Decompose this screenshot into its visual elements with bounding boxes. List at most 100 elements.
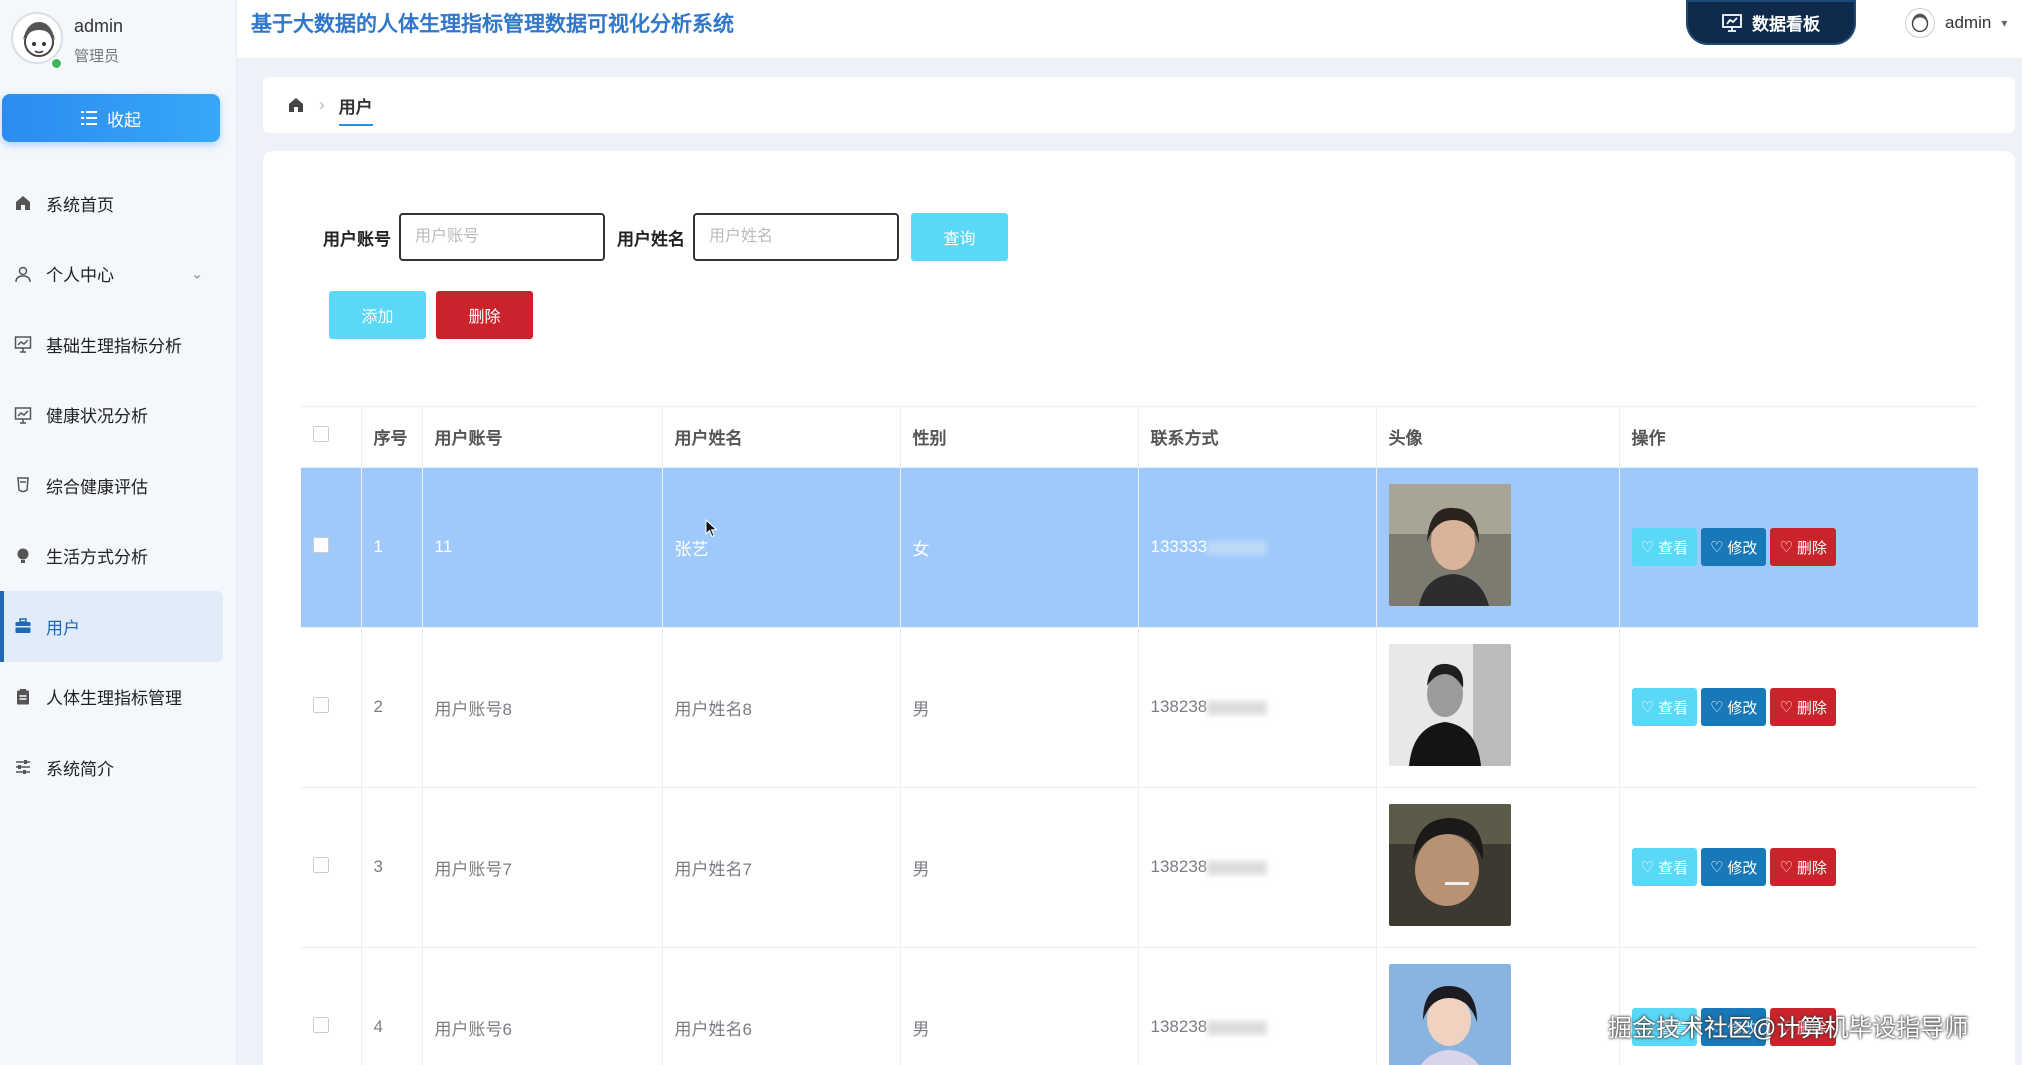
- delete-button[interactable]: ♡ 删除: [1770, 528, 1836, 566]
- column-header: 操作: [1619, 407, 1978, 468]
- table-row[interactable]: 3 用户账号7 用户姓名7 男 138238 ♡ 查看 ♡ 修改 ♡ 删除: [301, 787, 1978, 948]
- breadcrumb-separator: ›: [319, 95, 325, 114]
- delete-button[interactable]: ♡ 删除: [1770, 848, 1836, 886]
- edit-button[interactable]: ♡ 修改: [1700, 528, 1767, 566]
- sliders-icon: [16, 760, 30, 775]
- view-label: 查看: [1657, 859, 1688, 877]
- row-gender: 男: [900, 787, 1139, 948]
- sidebar: admin 管理员 收起 系统首页 个人中心 ⌄ 基础生理指标分析 健康状况分析…: [0, 0, 237, 1065]
- collapse-button[interactable]: 收起: [2, 94, 220, 142]
- heart-icon: ♡: [1709, 859, 1724, 876]
- sidebar-item-label: 生活方式分析: [46, 548, 148, 568]
- view-button[interactable]: ♡ 查看: [1631, 528, 1697, 566]
- caret-down-icon: ▾: [2001, 16, 2008, 30]
- row-checkbox[interactable]: [313, 1016, 329, 1033]
- heart-icon: ♡: [1779, 539, 1793, 556]
- row-index: 3: [361, 787, 423, 948]
- sidebar-item-lifestyle[interactable]: 生活方式分析: [0, 521, 237, 592]
- row-checkbox[interactable]: [313, 696, 329, 713]
- user-table: 序号 用户账号 用户姓名 性别 联系方式 头像 操作 1 11 张艺 女 133…: [301, 406, 1978, 1065]
- sidebar-item-basic-analysis[interactable]: 基础生理指标分析: [0, 309, 237, 380]
- home-icon[interactable]: [287, 96, 305, 114]
- sidebar-username: admin: [74, 16, 124, 36]
- search-form: 用户账号 用户姓名 查询: [323, 213, 1008, 261]
- row-phone: 138238: [1150, 697, 1208, 716]
- user-avatar-photo[interactable]: [1388, 803, 1511, 926]
- select-all-cell: [301, 407, 362, 468]
- chevron-down-icon: ⌄: [191, 265, 203, 282]
- sidebar-item-label: 人体生理指标管理: [46, 689, 182, 709]
- row-avatar-cell: [1376, 787, 1620, 948]
- chart-board-icon: [1722, 13, 1742, 32]
- row-checkbox[interactable]: [313, 536, 329, 553]
- heart-icon: ♡: [1640, 859, 1654, 876]
- sidebar-item-health-analysis[interactable]: 健康状况分析: [0, 380, 237, 451]
- view-label: 查看: [1657, 539, 1688, 557]
- phone-redaction: [1207, 1020, 1268, 1035]
- row-phone-cell: 133333: [1138, 467, 1377, 628]
- edit-label: 修改: [1727, 539, 1758, 557]
- row-account: 用户账号6: [422, 947, 663, 1065]
- account-search-input[interactable]: [399, 213, 605, 261]
- main-panel: 用户账号 用户姓名 查询 添加 删除 序号 用户账号 用户姓名 性别 联系方式 …: [263, 151, 2015, 1065]
- row-gender: 女: [900, 467, 1139, 628]
- sidebar-item-users[interactable]: 用户: [0, 591, 223, 662]
- sidebar-item-indicator-management[interactable]: 人体生理指标管理: [0, 662, 237, 733]
- sidebar-menu: 系统首页 个人中心 ⌄ 基础生理指标分析 健康状况分析 综合健康评估 生活方式分…: [0, 168, 237, 803]
- online-status-dot: [50, 57, 63, 70]
- table-row[interactable]: 4 用户账号6 用户姓名6 男 138238 ♡ 查看 ♡ 修改 ♡ 删除: [301, 947, 1978, 1065]
- data-board-label: 数据看板: [1752, 15, 1820, 34]
- query-button[interactable]: 查询: [911, 213, 1008, 261]
- add-button[interactable]: 添加: [329, 291, 426, 339]
- row-actions: ♡ 查看 ♡ 修改 ♡ 删除: [1619, 947, 1978, 1065]
- edit-button[interactable]: ♡ 修改: [1700, 688, 1767, 726]
- view-button[interactable]: ♡ 查看: [1631, 688, 1697, 726]
- sidebar-item-profile[interactable]: 个人中心 ⌄: [0, 239, 237, 310]
- sidebar-user-role: 管理员: [74, 48, 120, 65]
- sidebar-item-label: 系统简介: [46, 759, 114, 779]
- sidebar-item-evaluation[interactable]: 综合健康评估: [0, 450, 237, 521]
- user-avatar-photo[interactable]: [1388, 963, 1511, 1065]
- bulb-icon: [17, 548, 29, 563]
- delete-label: 删除: [1796, 699, 1827, 717]
- column-header: 用户账号: [422, 407, 663, 468]
- system-title: 基于大数据的人体生理指标管理数据可视化分析系统: [251, 13, 734, 36]
- user-avatar-photo[interactable]: [1388, 643, 1511, 766]
- chart-board-icon: [14, 407, 32, 424]
- header-avatar: [1905, 8, 1935, 38]
- table-header-row: 序号 用户账号 用户姓名 性别 联系方式 头像 操作: [301, 407, 1978, 468]
- name-search-input[interactable]: [693, 213, 899, 261]
- row-checkbox[interactable]: [313, 856, 329, 873]
- watermark: 掘金技术社区@计算机毕设指导师: [1608, 1015, 1969, 1042]
- sidebar-item-home[interactable]: 系统首页: [0, 168, 237, 239]
- data-board-button[interactable]: 数据看板: [1686, 0, 1856, 45]
- home-icon: [16, 196, 30, 211]
- action-bar: 添加 删除: [329, 291, 533, 339]
- table-row[interactable]: 2 用户账号8 用户姓名8 男 138238 ♡ 查看 ♡ 修改 ♡ 删除: [301, 627, 1978, 788]
- column-header: 用户姓名: [662, 407, 901, 468]
- sidebar-item-about[interactable]: 系统简介: [0, 732, 237, 803]
- row-avatar-cell: [1376, 947, 1620, 1065]
- row-name: 用户姓名7: [662, 787, 901, 948]
- batch-delete-button[interactable]: 删除: [436, 291, 533, 339]
- breadcrumb: › 用户: [263, 77, 2015, 133]
- row-avatar-cell: [1376, 627, 1620, 788]
- view-button[interactable]: ♡ 查看: [1631, 848, 1697, 886]
- heart-icon: ♡: [1709, 539, 1724, 556]
- header-user-menu[interactable]: admin ▾: [1905, 8, 2007, 38]
- heart-icon: ♡: [1640, 539, 1654, 556]
- chart-board-icon: [14, 336, 32, 353]
- menu-list-icon: [81, 111, 97, 125]
- row-index: 2: [361, 627, 423, 788]
- row-account: 11: [422, 467, 663, 628]
- edit-button[interactable]: ♡ 修改: [1700, 848, 1767, 886]
- row-phone: 138238: [1150, 857, 1208, 876]
- mouse-cursor-icon: [705, 519, 718, 538]
- select-all-checkbox[interactable]: [313, 426, 329, 443]
- heart-icon: ♡: [1779, 859, 1793, 876]
- delete-button[interactable]: ♡ 删除: [1770, 688, 1836, 726]
- delete-label: 删除: [1796, 539, 1827, 557]
- user-avatar-photo[interactable]: [1388, 483, 1511, 606]
- table-row[interactable]: 1 11 张艺 女 133333 ♡ 查看 ♡ 修改 ♡ 删除: [301, 467, 1978, 628]
- view-label: 查看: [1657, 699, 1688, 717]
